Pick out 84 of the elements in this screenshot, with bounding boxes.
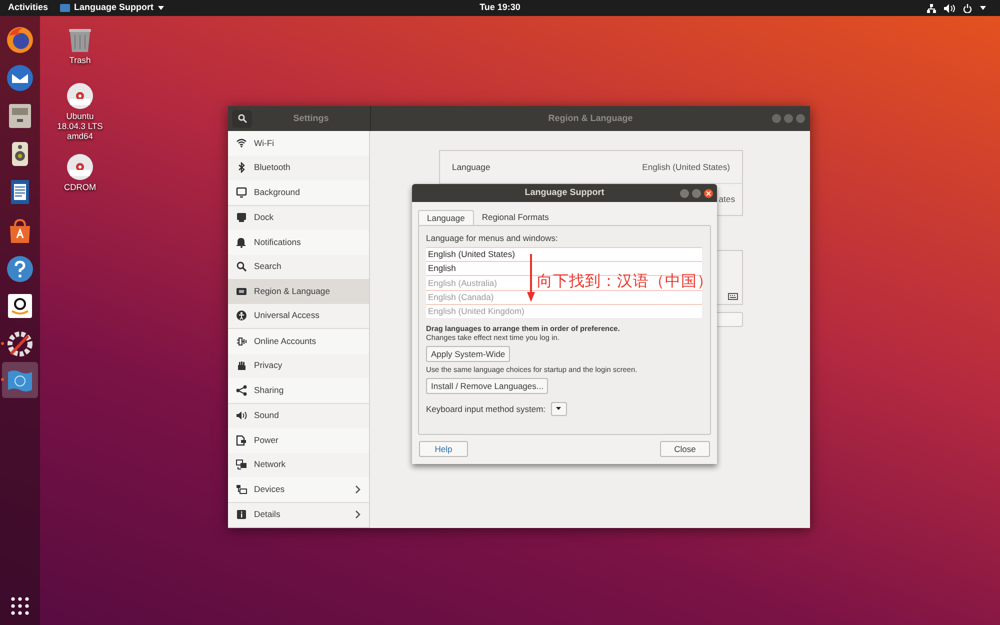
person-circle-icon [236, 310, 247, 322]
bluetooth-icon [236, 162, 247, 174]
shopping-site-icon [6, 292, 34, 320]
wifi-icon [236, 138, 247, 149]
browser-icon [6, 26, 34, 54]
share-icon [236, 384, 247, 396]
sidebar-label: Region & Language [254, 284, 331, 298]
search-button[interactable] [232, 110, 252, 128]
gear-wrench-icon [6, 330, 34, 358]
sidebar-label: Background [254, 186, 301, 199]
caret-icon [556, 407, 562, 410]
sidebar-label: Online Accounts [254, 334, 318, 348]
desktop-icon-label[interactable]: Trash [69, 55, 91, 65]
close-icon [706, 190, 711, 196]
window-title: Language Support [524, 186, 606, 200]
plug-icon [236, 336, 247, 347]
row-value: English (United States) [642, 160, 730, 174]
annotation-arrow [526, 254, 536, 303]
sidebar-label: Sound [254, 409, 280, 422]
sidebar-label: Universal Access [254, 309, 320, 322]
tab[interactable]: Regional Formats [474, 210, 557, 225]
trash-icon[interactable] [66, 26, 94, 54]
close-button[interactable] [704, 188, 713, 198]
devices-icon [236, 484, 247, 495]
disc-icon[interactable] [66, 153, 94, 181]
battery-plug-icon [236, 434, 247, 446]
close-button[interactable]: Close [660, 441, 710, 457]
row-label: Language [452, 160, 490, 174]
panel-title: Region & Language [547, 112, 634, 125]
field-label: Keyboard input method system: [426, 402, 546, 416]
sidebar-item[interactable]: Region & Language [228, 279, 369, 304]
list-label: Language for menus and windows: [426, 233, 559, 244]
search-icon [236, 261, 247, 272]
sidebar-label: Sharing [254, 384, 285, 397]
flag-icon [236, 286, 247, 297]
bell-icon [236, 236, 247, 248]
chevron-right-icon [355, 510, 361, 520]
search-icon [238, 114, 246, 123]
row-value: ates [718, 193, 735, 206]
sidebar-label: Wi-Fi [254, 136, 276, 150]
power-icon[interactable] [963, 4, 972, 12]
app-menu[interactable]: Language Support [60, 1, 164, 15]
network-icon [236, 459, 247, 470]
install-button[interactable]: Install / Remove Languages... [426, 378, 548, 394]
apply-button[interactable]: Apply System-Wide [426, 346, 510, 362]
clock[interactable]: Tue 19:30 [480, 1, 520, 15]
desktop-icon-label[interactable]: Ubuntu 18.04.3 LTS amd64 [55, 111, 105, 141]
network-icon[interactable] [927, 4, 936, 12]
apps-grid-icon[interactable] [11, 597, 29, 615]
dropdown-button[interactable] [550, 402, 567, 416]
flag-icon [60, 4, 70, 12]
sidebar-label: Network [254, 458, 287, 472]
list-item[interactable]: English (United States) [428, 248, 515, 261]
file-cabinet-icon [6, 102, 34, 130]
monitor-icon [236, 212, 247, 224]
help-button[interactable]: Help [419, 441, 468, 457]
sidebar-label: Details [254, 508, 282, 522]
sidebar-label: Power [254, 434, 280, 447]
minimize-button[interactable] [680, 188, 689, 198]
keyboard-icon [728, 293, 738, 300]
sidebar-label: Devices [254, 482, 286, 496]
maximize-button[interactable] [692, 188, 701, 198]
sidebar-label: Privacy [254, 359, 284, 372]
monitor-icon [236, 186, 247, 198]
hand-icon [236, 360, 247, 372]
caret-icon[interactable] [980, 6, 986, 10]
caret-icon [158, 6, 164, 10]
sidebar-label: Dock [254, 211, 275, 224]
info-icon [236, 509, 247, 520]
list-item[interactable]: English [428, 262, 456, 276]
window-title: Settings [292, 112, 330, 125]
speaker-icon [236, 410, 247, 422]
chevron-right-icon [355, 484, 361, 494]
desktop-icon-label[interactable]: CDROM [64, 182, 96, 192]
mail-icon [6, 64, 34, 92]
annotation-text: 向下找到：汉语（中国） [537, 272, 713, 292]
activities-button[interactable]: Activities [8, 1, 48, 15]
sidebar-label: Bluetooth [254, 161, 292, 174]
sidebar-label: Search [254, 260, 282, 274]
volume-icon[interactable] [944, 4, 955, 12]
help-icon [6, 255, 34, 283]
disc-icon[interactable] [66, 82, 94, 110]
tab[interactable]: Language [418, 210, 474, 225]
sidebar-label: Notifications [254, 236, 302, 249]
